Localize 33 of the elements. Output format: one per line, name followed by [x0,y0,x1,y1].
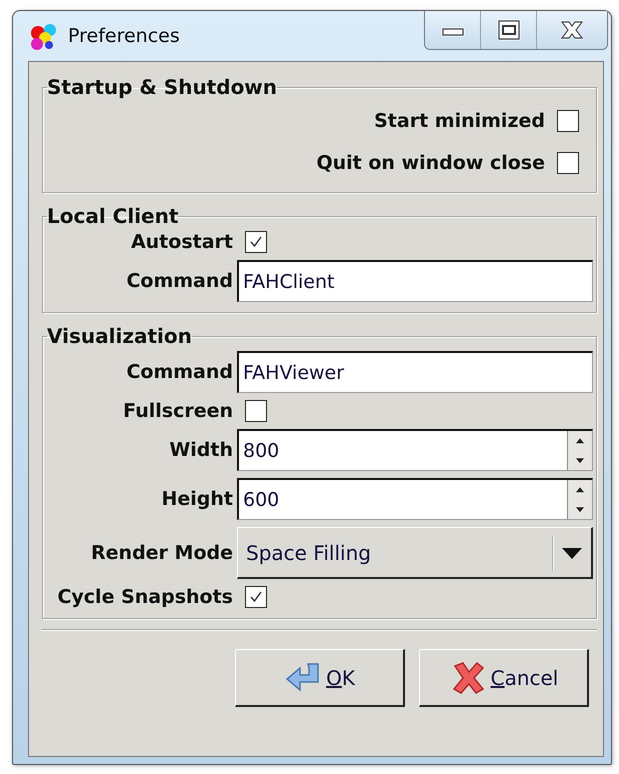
maximize-button[interactable] [480,11,536,49]
checkbox[interactable] [245,231,267,253]
text-field[interactable]: FAHViewer [237,351,593,393]
spin-box[interactable]: 600 [237,478,593,520]
field-label: Width [169,439,233,461]
field-label: Fullscreen [123,400,233,422]
cancel-button[interactable]: Cancel [419,649,589,707]
text-field[interactable]: FAHClient [237,260,593,302]
field-label: Quit on window close [316,152,545,174]
field-label: Render Mode [91,542,233,564]
field-label: Cycle Snapshots [57,586,233,608]
group-title: Local Client [47,205,178,227]
spin-box[interactable]: 800 [237,429,593,471]
field-label: Height [161,488,233,510]
checkbox[interactable] [245,586,267,608]
field-label: Start minimized [374,110,545,132]
field-label: Command [126,361,233,383]
group-title: Visualization [47,325,192,347]
check-icon [248,234,264,250]
checkbox[interactable] [245,400,267,422]
group-title: Startup & Shutdown [47,76,278,98]
close-icon [559,20,585,40]
maximize-icon [498,20,520,40]
checkbox[interactable] [557,152,579,174]
field-label: Autostart [130,231,233,253]
check-icon [248,589,264,605]
dropdown[interactable]: Space Filling [237,527,593,579]
field-label: Command [126,270,233,292]
minimize-button[interactable] [425,11,480,49]
window-title: Preferences [68,25,181,47]
checkbox[interactable] [557,110,579,132]
close-button[interactable] [536,11,607,49]
ok-button[interactable]: OK [235,649,405,707]
